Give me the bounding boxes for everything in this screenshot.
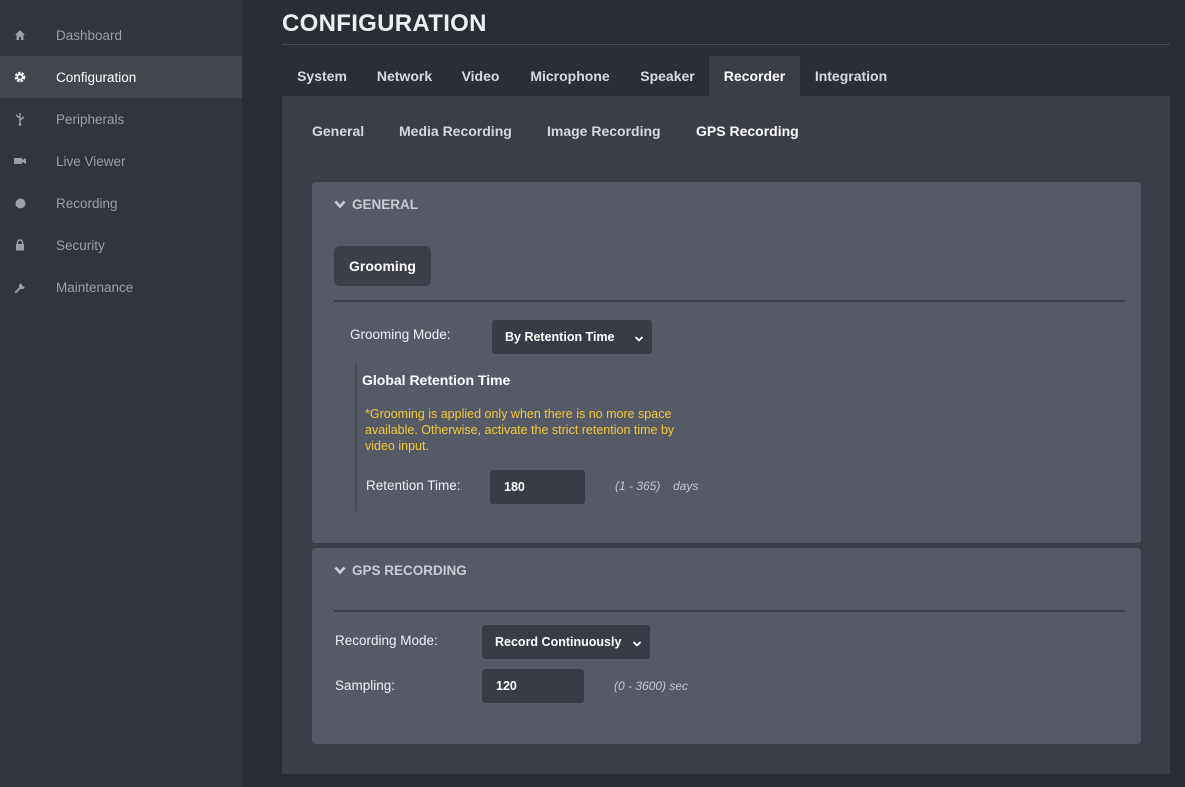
sidebar-item-dashboard[interactable]: Dashboard xyxy=(0,14,242,56)
tab-speaker[interactable]: Speaker xyxy=(626,56,709,96)
camera-icon xyxy=(12,153,28,169)
sidebar-item-label: Security xyxy=(56,237,105,253)
sampling-label: Sampling: xyxy=(335,678,396,693)
gps-section-header[interactable]: GPS RECORDING xyxy=(334,563,467,578)
grooming-mode-value: By Retention Time xyxy=(505,330,615,344)
sidebar-item-label: Live Viewer xyxy=(56,153,126,169)
sidebar-item-label: Recording xyxy=(56,195,118,211)
recording-mode-value: Record Continuously xyxy=(495,635,622,649)
section-divider xyxy=(334,300,1125,302)
sidebar-item-recording[interactable]: Recording xyxy=(0,182,242,224)
lock-icon xyxy=(12,237,28,253)
tab-recorder[interactable]: Recorder xyxy=(709,56,800,96)
general-section-title: GENERAL xyxy=(352,197,419,212)
record-dot-icon xyxy=(12,195,28,211)
chevron-down-icon xyxy=(634,332,644,346)
sidebar-item-live-viewer[interactable]: Live Viewer xyxy=(0,140,242,182)
retention-time-unit: days xyxy=(673,479,699,493)
tab-microphone[interactable]: Microphone xyxy=(514,56,626,96)
wrench-icon xyxy=(12,279,28,295)
subtab-gps-recording[interactable]: GPS Recording xyxy=(696,123,799,139)
subtab-image-recording[interactable]: Image Recording xyxy=(547,123,661,139)
sidebar-item-peripherals[interactable]: Peripherals xyxy=(0,98,242,140)
chevron-down-icon xyxy=(334,197,346,212)
sampling-range: (0 - 3600) sec xyxy=(614,679,689,693)
subtab-media-recording[interactable]: Media Recording xyxy=(399,123,512,139)
home-icon xyxy=(12,27,28,43)
tab-bar: System Network Video Microphone Speaker … xyxy=(282,56,1170,96)
chevron-down-icon xyxy=(632,637,642,651)
tab-network[interactable]: Network xyxy=(362,56,447,96)
grooming-tab-button[interactable]: Grooming xyxy=(334,246,431,286)
tab-video[interactable]: Video xyxy=(447,56,514,96)
usb-icon xyxy=(12,111,28,127)
grooming-mode-select[interactable]: By Retention Time xyxy=(492,320,652,354)
retention-time-range: (1 - 365) xyxy=(615,479,661,493)
sidebar-item-label: Peripherals xyxy=(56,111,125,127)
page-title: CONFIGURATION xyxy=(282,10,487,37)
sidebar-item-configuration[interactable]: Configuration xyxy=(0,56,242,98)
gps-section-title: GPS RECORDING xyxy=(352,563,467,578)
gear-icon xyxy=(12,69,28,85)
sidebar-item-maintenance[interactable]: Maintenance xyxy=(0,266,242,308)
grooming-warning: *Grooming is applied only when there is … xyxy=(365,407,675,453)
general-section: GENERAL Grooming Grooming Mode: By Reten… xyxy=(312,182,1141,543)
main-panel: System Network Video Microphone Speaker … xyxy=(282,56,1170,774)
recording-mode-label: Recording Mode: xyxy=(335,633,438,648)
sidebar-item-label: Configuration xyxy=(56,69,137,85)
sidebar-item-label: Dashboard xyxy=(56,27,123,43)
subtab-general[interactable]: General xyxy=(312,123,364,139)
gps-recording-section: GPS RECORDING Recording Mode: Record Con… xyxy=(312,548,1141,744)
recording-mode-select[interactable]: Record Continuously xyxy=(482,625,650,659)
sampling-input[interactable]: 120 xyxy=(482,669,584,703)
retention-time-label: Retention Time: xyxy=(366,478,461,493)
tab-system[interactable]: System xyxy=(282,56,362,96)
tab-integration[interactable]: Integration xyxy=(800,56,902,96)
general-section-header[interactable]: GENERAL xyxy=(334,197,418,212)
sidebar: Dashboard Configuration Peripherals Live… xyxy=(0,0,242,787)
chevron-down-icon xyxy=(334,563,346,578)
grooming-mode-label: Grooming Mode: xyxy=(350,327,451,342)
title-divider xyxy=(282,44,1170,45)
section-divider xyxy=(334,610,1125,612)
sidebar-item-label: Maintenance xyxy=(56,279,134,295)
retention-subsection-border xyxy=(355,363,357,511)
retention-time-input[interactable]: 180 xyxy=(490,470,585,504)
sidebar-item-security[interactable]: Security xyxy=(0,224,242,266)
global-retention-title: Global Retention Time xyxy=(362,372,511,388)
